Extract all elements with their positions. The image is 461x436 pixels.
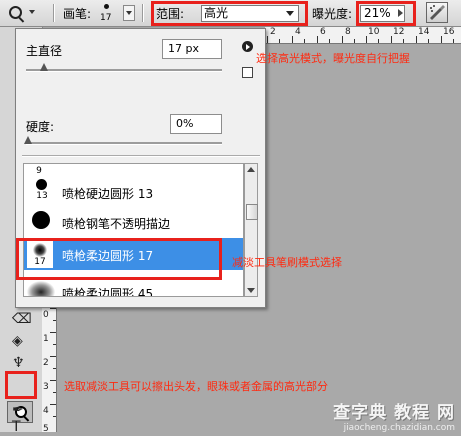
airbrush-icon (430, 5, 445, 20)
brush-highlight-box (16, 238, 222, 280)
smudge-icon: ♆ (12, 355, 25, 371)
exposure-label: 曝光度: (312, 7, 353, 21)
brush-preview[interactable]: 17 (94, 2, 120, 24)
ruler-tick (53, 320, 56, 321)
separator (142, 4, 144, 22)
ruler-tick (428, 39, 429, 43)
brush-size-label: 13 (36, 191, 48, 201)
master-diameter-input[interactable]: 17 px (162, 39, 222, 59)
type-tool-button[interactable]: T (9, 419, 31, 435)
brush-label: 画笔: (63, 7, 92, 21)
master-diameter-slider[interactable] (26, 69, 222, 72)
ruler-tick (342, 36, 343, 43)
ruler-label: 1 (43, 334, 49, 344)
ruler-tick (50, 404, 56, 405)
ruler-tick (366, 36, 367, 43)
brush-name: 喷枪柔边圆形 45 (62, 287, 154, 297)
master-diameter-label: 主直径 (26, 44, 63, 58)
brush-size: 17 (100, 13, 112, 23)
ruler-label: 0 (43, 310, 49, 320)
paint-bucket-tool-button[interactable]: ◈ (9, 331, 31, 351)
brush-size-label: 9 (36, 166, 42, 176)
new-preset-icon[interactable] (242, 67, 253, 78)
ruler-tick (292, 36, 293, 43)
brush-thumbnail: 13 (26, 176, 56, 203)
tool-annotation: 选取减淡工具可以擦出头发，眼珠或者金属的高光部分 (64, 380, 328, 393)
master-diameter-slider-thumb[interactable] (40, 63, 48, 72)
brush-list-scrollbar[interactable] (244, 163, 258, 297)
ruler-tick (317, 36, 318, 43)
ruler-label: 14 (418, 27, 430, 37)
scrollbar-thumb[interactable] (246, 204, 258, 220)
brush-name: 喷枪硬边圆形 13 (62, 187, 154, 201)
range-highlight-box (151, 1, 308, 26)
ruler-tick (354, 39, 355, 43)
ruler-label: 6 (320, 27, 326, 37)
ruler-label: 10 (368, 27, 380, 37)
ruler-label: 12 (393, 27, 405, 37)
list-item[interactable]: 喷枪钢笔不透明描边 (24, 206, 243, 236)
hardness-slider[interactable] (26, 142, 222, 145)
type-icon: T (12, 419, 21, 435)
list-item[interactable]: 13 喷枪硬边圆形 13 (24, 176, 243, 206)
ruler-tick (50, 332, 56, 333)
ruler-tick (416, 36, 417, 43)
pen-icon: ✒ (12, 402, 24, 418)
brush-name: 喷枪钢笔不透明描边 (62, 217, 171, 231)
ruler-label: 4 (43, 406, 49, 416)
ruler-tick (378, 39, 379, 43)
ruler-tick (441, 36, 442, 43)
hardness-slider-thumb[interactable] (24, 136, 32, 145)
ruler-label: 5 (43, 424, 49, 434)
ruler-label: 3 (43, 382, 49, 392)
tool-preset-picker[interactable] (5, 3, 39, 23)
ruler-tick (329, 39, 330, 43)
brush-dot-icon (104, 4, 109, 9)
ruler-label: 16 (443, 27, 455, 37)
scroll-down-icon[interactable] (247, 288, 255, 293)
hardness-input[interactable]: 0% (170, 114, 222, 134)
tool-highlight-box (5, 371, 37, 399)
ruler-tick (50, 308, 56, 309)
ruler-tick (279, 39, 280, 43)
ruler-label: 2 (270, 27, 276, 37)
hardness-label: 硬度: (26, 120, 55, 134)
ruler-tick (50, 380, 56, 381)
ruler-tick (53, 392, 56, 393)
watermark-title: 查字典 教程 网 (333, 403, 455, 423)
ruler-tick (53, 416, 56, 417)
chevron-down-icon (29, 10, 35, 14)
eraser-tool-button[interactable]: ⌫ (9, 309, 32, 329)
ruler-tick (53, 368, 56, 369)
ruler-label: 8 (345, 27, 351, 37)
airbrush-toggle-button[interactable] (426, 2, 448, 23)
ruler-tick (50, 356, 56, 357)
range-annotation: 选择高光模式，曝光度自行把握 (256, 52, 410, 65)
ruler-tick (267, 36, 268, 43)
panel-divider (22, 155, 260, 157)
dodge-tool-icon (9, 6, 22, 19)
separator (53, 4, 55, 22)
ruler-tick (403, 39, 404, 43)
brush-picker-dropdown[interactable] (123, 5, 135, 21)
paint-bucket-icon: ◈ (12, 333, 23, 349)
panel-menu-icon[interactable] (242, 41, 253, 52)
eraser-icon: ⌫ (12, 311, 32, 327)
watermark: 查字典 教程 网 jiaocheng.chazidian.com (333, 398, 455, 433)
left-ruler: 0 1 2 3 4 5 (42, 300, 57, 434)
brush-annotation: 减淡工具笔刷模式选择 (232, 256, 342, 269)
ruler-label: 4 (295, 27, 301, 37)
ruler-tick (304, 39, 305, 43)
pen-tool-button[interactable]: ✒ (9, 400, 31, 420)
ruler-tick (53, 344, 56, 345)
exposure-highlight-box (356, 1, 416, 26)
smudge-tool-button[interactable]: ♆ (9, 353, 31, 373)
ruler-label: 2 (43, 358, 49, 368)
scroll-up-icon[interactable] (247, 167, 255, 172)
ruler-tick (391, 36, 392, 43)
ruler-tick (453, 39, 454, 43)
brush-thumbnail (26, 206, 56, 233)
top-ruler: 2 4 6 8 10 12 14 16 (265, 27, 461, 44)
